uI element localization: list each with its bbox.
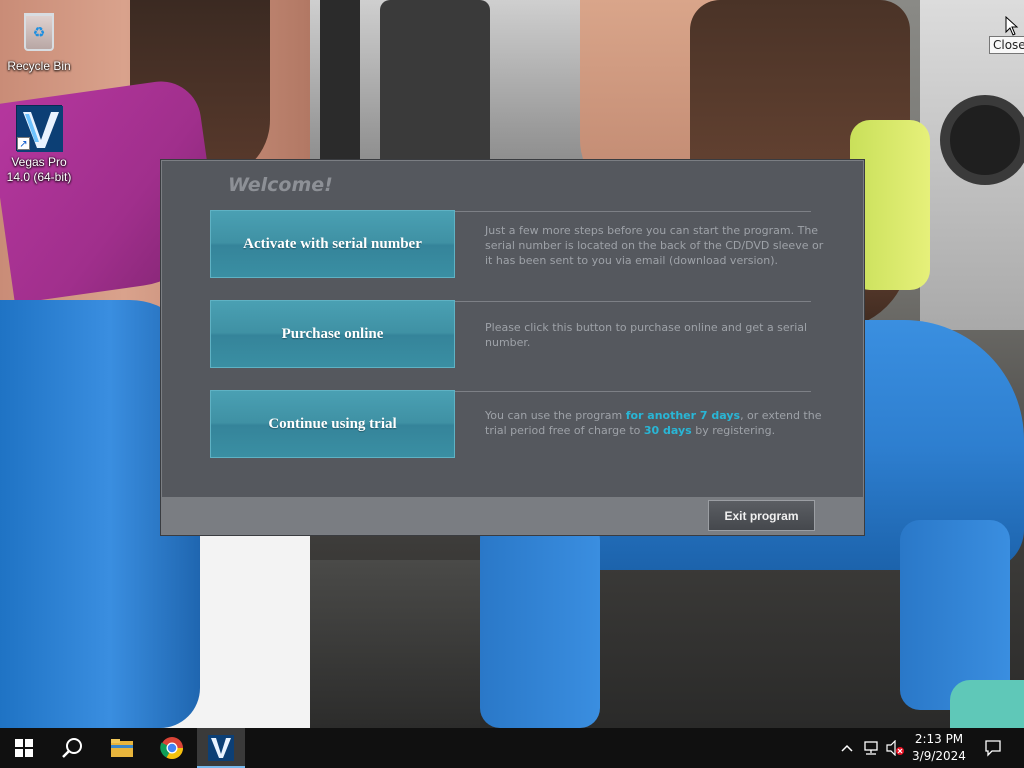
chrome-button[interactable]	[148, 728, 196, 768]
trial-days-highlight: for another 7 days	[625, 409, 741, 422]
dialog-title: Welcome!	[228, 174, 333, 196]
trial-desc-text: You can use the program	[485, 409, 626, 422]
desktop-icon-recycle-bin[interactable]: ♻ Recycle Bin	[1, 8, 77, 74]
start-icon	[15, 739, 33, 757]
divider	[455, 211, 811, 212]
vegas-pro-icon	[208, 735, 234, 761]
divider	[455, 301, 811, 302]
dialog-footer: Exit program	[162, 497, 863, 534]
network-icon	[864, 741, 878, 755]
taskbar: 2:13 PM 3/9/2024	[0, 728, 1024, 768]
volume-muted-icon	[886, 740, 904, 756]
shortcut-arrow-icon: ↗	[17, 137, 30, 150]
clock-time: 2:13 PM	[914, 732, 964, 746]
file-explorer-button[interactable]	[98, 728, 146, 768]
mouse-cursor-icon	[1005, 16, 1019, 36]
action-center-button[interactable]	[978, 728, 1008, 768]
file-explorer-icon	[111, 739, 133, 757]
welcome-dialog: Welcome! Activate with serial number Jus…	[161, 160, 864, 535]
extend-days-highlight: 30 days	[643, 424, 692, 437]
divider	[455, 391, 811, 392]
taskbar-clock[interactable]: 2:13 PM 3/9/2024	[906, 731, 972, 765]
notification-icon	[985, 740, 1001, 757]
trial-desc-text: by registering.	[691, 424, 776, 437]
exit-program-button[interactable]: Exit program	[708, 500, 815, 531]
purchase-online-button[interactable]: Purchase online	[210, 300, 455, 368]
clock-date: 3/9/2024	[912, 749, 966, 763]
volume-tray-button[interactable]	[884, 728, 906, 768]
desktop-icon-label: Vegas Pro 14.0 (64-bit)	[6, 155, 72, 184]
search-button[interactable]	[48, 728, 96, 768]
purchase-description: Please click this button to purchase onl…	[485, 321, 808, 349]
network-tray-button[interactable]	[860, 728, 882, 768]
desktop-icon-label: Recycle Bin	[7, 59, 71, 73]
continue-trial-button[interactable]: Continue using trial	[210, 390, 455, 458]
recycle-bin-icon: ♻	[15, 8, 63, 56]
start-button[interactable]	[0, 728, 48, 768]
desktop-icon-vegas-pro[interactable]: ↗ Vegas Pro 14.0 (64-bit)	[1, 104, 77, 185]
vegas-pro-icon: ↗	[15, 104, 63, 152]
search-icon	[62, 738, 82, 758]
activate-description: Just a few more steps before you can sta…	[485, 224, 824, 267]
close-tooltip: Close	[989, 36, 1024, 54]
trial-description: You can use the program for another 7 da…	[485, 408, 830, 438]
chrome-icon	[160, 737, 183, 759]
vegas-pro-taskbar-button[interactable]	[197, 728, 245, 768]
activate-serial-button[interactable]: Activate with serial number	[210, 210, 455, 278]
show-hidden-icons-button[interactable]	[838, 728, 856, 768]
chevron-up-icon	[841, 744, 853, 752]
